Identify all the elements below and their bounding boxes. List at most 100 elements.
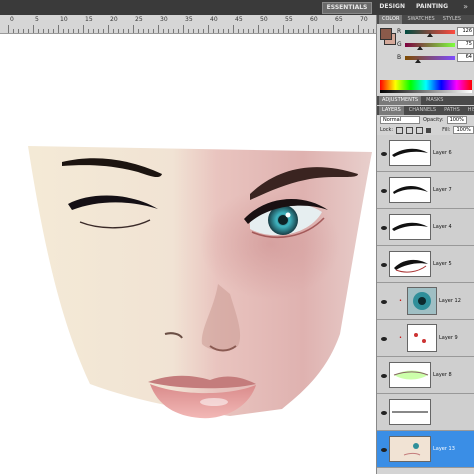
adjustments-panel-tabs: ADJUSTMENTS MASKS	[377, 96, 474, 105]
ruler-minor-tick	[18, 29, 19, 33]
visibility-eye-icon[interactable]	[381, 262, 387, 267]
ruler-tick	[8, 25, 9, 33]
ruler-minor-tick	[13, 29, 14, 33]
layer-name[interactable]: Layer 8	[433, 372, 452, 378]
visibility-eye-icon[interactable]	[381, 336, 387, 341]
layer-thumbnail[interactable]	[389, 251, 431, 277]
tab-masks[interactable]: MASKS	[423, 96, 446, 105]
layer-name[interactable]: Layer 4	[433, 224, 452, 230]
grayscale-ramp[interactable]	[380, 90, 472, 93]
opacity-field[interactable]: 100%	[446, 116, 467, 124]
ruler-tick	[208, 25, 209, 33]
green-channel-value[interactable]: 75	[457, 40, 474, 49]
ruler-minor-tick	[218, 29, 219, 33]
layer-name[interactable]: Layer 5	[433, 261, 452, 267]
visibility-eye-icon[interactable]	[381, 188, 387, 193]
layer-thumbnail[interactable]	[389, 214, 431, 240]
layer-row[interactable]	[377, 394, 474, 431]
red-channel-slider[interactable]	[405, 29, 455, 37]
ruler-minor-tick	[203, 29, 204, 33]
blue-channel-value[interactable]: 64	[457, 53, 474, 62]
ruler-tick	[283, 25, 284, 33]
lock-fill-row: Lock: Fill: 100%	[377, 125, 474, 135]
ruler-minor-tick	[148, 29, 149, 33]
workspace-essentials-tab[interactable]: ESSENTIALS	[321, 2, 373, 14]
layer-row[interactable]: • Layer 9	[377, 320, 474, 357]
workspace-more-icon[interactable]: »	[463, 3, 468, 11]
layer-name[interactable]: Layer 13	[433, 446, 455, 452]
layer-thumbnail[interactable]	[407, 324, 437, 352]
blue-slider-knob[interactable]	[414, 58, 421, 63]
green-channel-slider[interactable]	[405, 42, 455, 50]
ruler-minor-tick	[298, 29, 299, 33]
ruler-minor-tick	[318, 29, 319, 33]
lock-position-icon[interactable]	[416, 126, 424, 134]
layer-row[interactable]: Layer 4	[377, 209, 474, 246]
visibility-eye-icon[interactable]	[381, 447, 387, 452]
blue-channel-slider[interactable]	[405, 55, 455, 63]
layer-row[interactable]: Layer 7	[377, 172, 474, 209]
red-channel-row: R 126	[397, 27, 474, 37]
red-channel-value[interactable]: 126	[457, 27, 474, 36]
ruler-minor-tick	[193, 29, 194, 33]
ruler-tick	[233, 25, 234, 33]
layer-row[interactable]: • Layer 12	[377, 283, 474, 320]
foreground-color-swatch[interactable]	[380, 28, 392, 40]
tab-color[interactable]: COLOR	[379, 15, 403, 24]
layer-name[interactable]: Layer 9	[439, 335, 458, 341]
application-bar: ESSENTIALS DESIGN PAINTING »	[0, 0, 474, 16]
layer-name[interactable]: Layer 12	[439, 298, 461, 304]
layer-row[interactable]: Layer 5	[377, 246, 474, 283]
layer-row[interactable]: Layer 8	[377, 357, 474, 394]
layer-thumbnail[interactable]	[407, 287, 437, 315]
tab-history[interactable]: HISTORY	[465, 106, 474, 115]
lock-image-icon[interactable]	[406, 126, 414, 134]
visibility-eye-icon[interactable]	[381, 373, 387, 378]
workspace-design-tab[interactable]: DESIGN	[375, 2, 409, 12]
layer-name[interactable]: Layer 6	[433, 150, 452, 156]
ruler-minor-tick	[198, 29, 199, 33]
lock-all-icon[interactable]	[426, 127, 432, 133]
layer-row[interactable]: Layer 13	[377, 431, 474, 468]
layer-name[interactable]: Layer 7	[433, 187, 452, 193]
tab-adjustments[interactable]: ADJUSTMENTS	[379, 96, 422, 105]
ruler-minor-tick	[143, 29, 144, 33]
ruler-label: 55	[285, 16, 293, 23]
fill-field[interactable]: 100%	[453, 126, 474, 134]
workspace-painting-tab[interactable]: PAINTING	[412, 2, 452, 12]
ruler-minor-tick	[93, 29, 94, 33]
ruler-tick	[133, 25, 134, 33]
layer-thumbnail[interactable]	[389, 140, 431, 166]
document-canvas-area[interactable]: 0 5 10 15 20 25 30 35 40 45 50 55 60 65 70	[0, 15, 376, 474]
ruler-tick	[83, 25, 84, 33]
layer-thumbnail[interactable]	[389, 362, 431, 388]
red-slider-knob[interactable]	[426, 32, 433, 37]
lock-transparency-icon[interactable]	[396, 126, 404, 134]
ruler-label: 15	[85, 16, 93, 23]
ruler-tick	[183, 25, 184, 33]
color-spectrum-ramp[interactable]	[380, 80, 472, 90]
tab-styles[interactable]: STYLES	[440, 15, 464, 24]
visibility-eye-icon[interactable]	[381, 225, 387, 230]
layer-row[interactable]: Layer 6	[377, 135, 474, 172]
ruler-minor-tick	[328, 29, 329, 33]
blend-mode-select[interactable]: Normal	[380, 116, 420, 124]
ruler-minor-tick	[268, 29, 269, 33]
layer-thumbnail[interactable]	[389, 177, 431, 203]
visibility-eye-icon[interactable]	[381, 299, 387, 304]
tab-paths[interactable]: PATHS	[441, 106, 463, 115]
visibility-eye-icon[interactable]	[381, 151, 387, 156]
ruler-minor-tick	[168, 29, 169, 33]
visibility-eye-icon[interactable]	[381, 410, 387, 415]
lock-label: Lock:	[380, 127, 394, 133]
canvas-artwork[interactable]	[0, 34, 376, 474]
tab-channels[interactable]: CHANNELS	[406, 106, 439, 115]
tab-layers[interactable]: LAYERS	[379, 106, 404, 115]
ruler-minor-tick	[363, 29, 364, 33]
green-slider-knob[interactable]	[416, 45, 423, 50]
ruler-minor-tick	[273, 29, 274, 33]
tab-swatches[interactable]: SWATCHES	[404, 15, 437, 24]
layer-thumbnail[interactable]	[389, 399, 431, 425]
ruler-label: 40	[210, 16, 218, 23]
layer-thumbnail[interactable]	[389, 436, 431, 462]
